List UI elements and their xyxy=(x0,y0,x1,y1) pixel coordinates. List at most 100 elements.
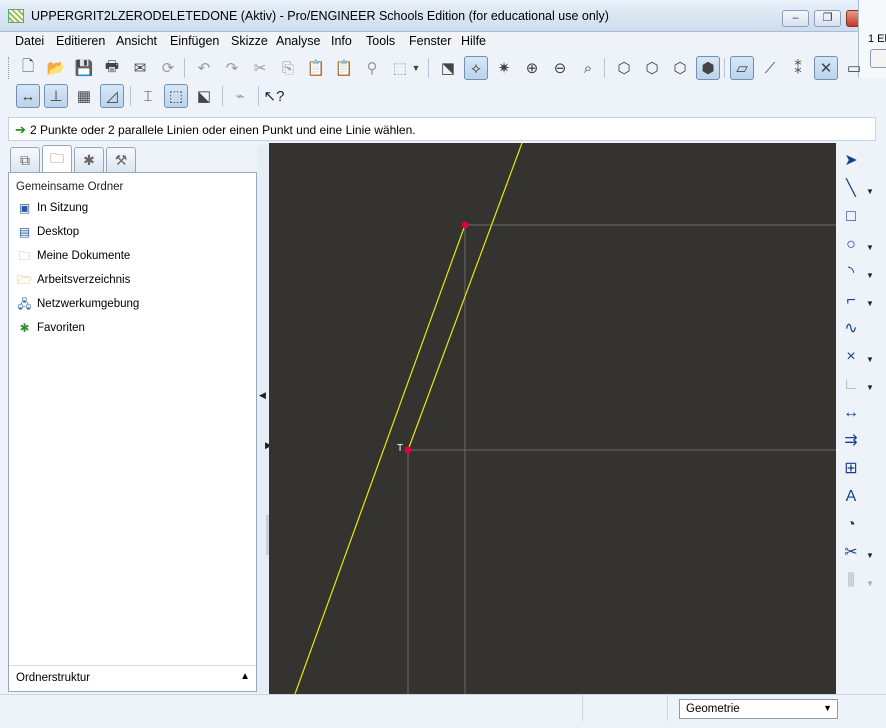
collapse-left-icon[interactable]: ◀ xyxy=(259,390,266,401)
selection-dropdown-icon[interactable]: ▼ xyxy=(410,56,422,80)
tab-connections[interactable]: ⚒ xyxy=(106,147,136,173)
zoom-out-icon[interactable]: ⊖ xyxy=(548,56,572,80)
select-arrow-icon[interactable]: ➤ xyxy=(840,149,862,173)
shading-icon[interactable]: ⬢ xyxy=(696,56,720,80)
sketch-line[interactable] xyxy=(294,224,466,694)
peek-button[interactable] xyxy=(870,49,886,68)
trim-tool-icon[interactable]: ✂ xyxy=(840,541,862,565)
folder-tree-toggle[interactable]: Ordnerstruktur ▲ xyxy=(9,665,256,691)
folder-in-sitzung[interactable]: ▣ In Sitzung xyxy=(17,199,88,217)
zoom-in-icon[interactable]: ⊕ xyxy=(520,56,544,80)
refit-icon[interactable]: ⌕ xyxy=(576,56,600,80)
trim-dropdown-icon[interactable]: ▼ xyxy=(866,551,874,560)
grid-display-icon[interactable]: ▦ xyxy=(72,84,96,108)
spline-tool-icon[interactable]: ∿ xyxy=(840,317,862,341)
toolbar-grip[interactable] xyxy=(8,57,11,79)
selection-filter-dropdown[interactable]: Geometrie ▼ xyxy=(679,699,838,719)
datum-planes-icon[interactable]: ▱ xyxy=(730,56,754,80)
save-icon[interactable]: 💾 xyxy=(72,56,96,80)
tab-favorites[interactable]: ✱ xyxy=(74,147,104,173)
shaded-closed-loops-icon[interactable]: ⬚ xyxy=(164,84,188,108)
sketch-diagnostics-icon[interactable]: ⌁ xyxy=(228,84,252,108)
minimize-button[interactable]: – xyxy=(782,10,809,27)
annotations-icon[interactable]: ▭ xyxy=(842,56,866,80)
menu-hilfe[interactable]: Hilfe xyxy=(461,34,486,48)
folder-desktop[interactable]: ▤ Desktop xyxy=(17,223,79,241)
navigator-splitter[interactable]: ◀ ▶ xyxy=(257,145,272,693)
dimension-tool-icon[interactable]: ↔ xyxy=(840,401,862,425)
mirror-tool-icon[interactable]: ⫼ xyxy=(840,569,862,593)
modify-tool-icon[interactable]: ⇉ xyxy=(840,429,862,453)
paste-special-icon[interactable]: 📋 xyxy=(332,56,356,80)
restore-button[interactable]: ❐ xyxy=(814,10,841,27)
regenerate-icon[interactable]: ⟳ xyxy=(156,56,180,80)
cut-icon[interactable]: ✂ xyxy=(248,56,272,80)
folder-favoriten[interactable]: ✱ Favoriten xyxy=(17,319,84,337)
mirror-dropdown-icon[interactable]: ▼ xyxy=(866,579,874,588)
proengineer-app-icon xyxy=(8,9,24,23)
datum-axes-icon[interactable]: ⟋ xyxy=(758,56,782,80)
chevron-down-icon[interactable]: ▼ xyxy=(823,703,832,713)
text-tool-icon[interactable]: A xyxy=(840,485,862,509)
wireframe-icon[interactable]: ⬡ xyxy=(612,56,636,80)
hidden-line-icon[interactable]: ⬡ xyxy=(640,56,664,80)
constraints-display-icon[interactable]: ⊥ xyxy=(44,84,68,108)
sketch-vertex-point[interactable] xyxy=(404,446,412,454)
arc-dropdown-icon[interactable]: ▼ xyxy=(866,271,874,280)
palette-tool-icon[interactable]: ◔ xyxy=(840,513,862,537)
copy-icon[interactable]: ⎘ xyxy=(276,56,300,80)
no-hidden-icon[interactable]: ⬡ xyxy=(668,56,692,80)
use-edge-icon[interactable]: ∟ xyxy=(840,373,862,397)
sketch-orient-icon[interactable]: ⬔ xyxy=(436,56,460,80)
menu-datei[interactable]: Datei xyxy=(15,34,44,48)
menu-info[interactable]: Info xyxy=(331,34,352,48)
constraints-tool-icon[interactable]: ⊞ xyxy=(840,457,862,481)
point-tool-icon[interactable]: × xyxy=(840,345,862,369)
rectangle-tool-icon[interactable]: □ xyxy=(840,205,862,229)
open-ends-icon[interactable]: ⬕ xyxy=(192,84,216,108)
fillet-dropdown-icon[interactable]: ▼ xyxy=(866,299,874,308)
folder-meine-dokumente[interactable]: 🗀 Meine Dokumente xyxy=(17,247,130,265)
redo-icon[interactable]: ↷ xyxy=(220,56,244,80)
tab-model-tree[interactable]: ⧉ xyxy=(10,147,40,173)
use-edge-dropdown-icon[interactable]: ▼ xyxy=(866,383,874,392)
folder-arbeitsverzeichnis[interactable]: 🗁 Arbeitsverzeichnis xyxy=(17,271,130,289)
menu-skizze[interactable]: Skizze xyxy=(231,34,268,48)
print-icon[interactable]: 🖶 xyxy=(100,56,124,80)
graphics-window[interactable]: T xyxy=(269,143,836,694)
tab-folder-browser[interactable]: 🗀 xyxy=(42,145,72,173)
binoculars-icon[interactable]: ⚲ xyxy=(360,56,384,80)
circle-dropdown-icon[interactable]: ▼ xyxy=(866,243,874,252)
menu-editieren[interactable]: Editieren xyxy=(56,34,105,48)
send-mail-icon[interactable]: ✉ xyxy=(128,56,152,80)
sketch-display-icon[interactable]: ⟡ xyxy=(464,56,488,80)
circle-tool-icon[interactable]: ○ xyxy=(840,233,862,257)
overlapping-geometry-icon[interactable]: ⌶ xyxy=(136,84,160,108)
context-help-icon[interactable]: ↖? xyxy=(262,84,286,108)
sketch-canvas[interactable]: T xyxy=(269,143,836,694)
arc-tool-icon[interactable]: ◝ xyxy=(840,261,862,285)
paste-icon[interactable]: 📋 xyxy=(304,56,328,80)
new-file-icon[interactable]: 🗋 xyxy=(16,56,40,80)
menu-fenster[interactable]: Fenster xyxy=(409,34,451,48)
menu-ansicht[interactable]: Ansicht xyxy=(116,34,157,48)
menu-tools[interactable]: Tools xyxy=(366,34,395,48)
point-dropdown-icon[interactable]: ▼ xyxy=(866,355,874,364)
sketch-vertex-point[interactable] xyxy=(461,221,469,229)
menu-einfuegen[interactable]: Einfügen xyxy=(170,34,219,48)
fillet-tool-icon[interactable]: ⌐ xyxy=(840,289,862,313)
line-tool-icon[interactable]: ╲ xyxy=(840,177,862,201)
selection-box-icon[interactable]: ⬚ xyxy=(388,56,412,80)
undo-icon[interactable]: ↶ xyxy=(192,56,216,80)
line-dropdown-icon[interactable]: ▼ xyxy=(866,187,874,196)
desktop-icon: ▤ xyxy=(18,225,31,239)
folder-netzwerkumgebung[interactable]: 🖧 Netzwerkumgebung xyxy=(17,295,139,313)
menu-analyse[interactable]: Analyse xyxy=(276,34,320,48)
coordinate-systems-icon[interactable]: ✕ xyxy=(814,56,838,80)
open-folder-icon[interactable]: 📂 xyxy=(44,56,68,80)
vertices-display-icon[interactable]: ◿ xyxy=(100,84,124,108)
dimensions-display-icon[interactable]: ↔ xyxy=(16,84,40,108)
datum-points-icon[interactable]: ⁑ xyxy=(786,56,810,80)
collapse-arrow-icon[interactable]: ▲ xyxy=(240,671,250,682)
spin-center-icon[interactable]: ✷ xyxy=(492,56,516,80)
